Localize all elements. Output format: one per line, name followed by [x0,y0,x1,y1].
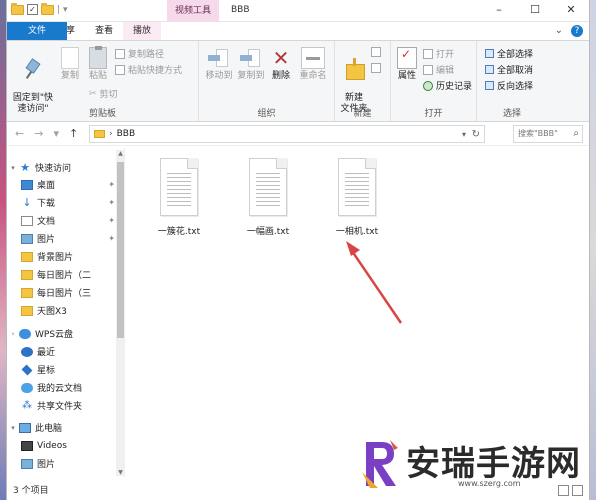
watermark-url: www.szerg.com [458,479,521,488]
watermark-text: 安瑞手游网 [406,444,581,484]
annotation-arrow-head [346,241,360,256]
annotation-arrow [346,241,403,324]
watermark-logo [362,440,398,488]
annotation-arrow-shaft [350,250,403,324]
watermark: 安瑞手游网 www.szerg.com [352,432,592,494]
